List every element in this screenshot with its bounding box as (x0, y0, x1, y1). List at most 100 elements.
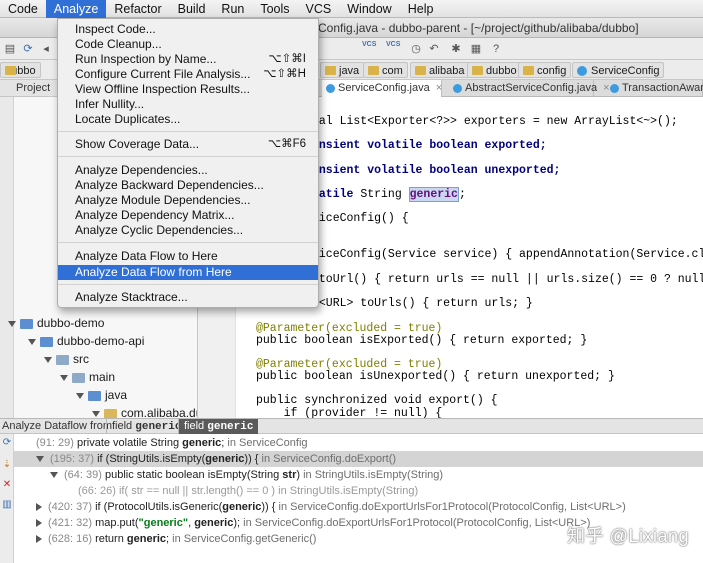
expand-arrow-icon[interactable] (44, 356, 52, 363)
code-line: public boolean isUnexported() { return u… (256, 370, 615, 383)
code-line: public boolean isExported() { return exp… (256, 334, 588, 347)
breadcrumb-dubbo[interactable]: dubbo (467, 62, 522, 78)
close-icon[interactable]: ✕ (2, 480, 12, 490)
menu-item-dependency-matrix[interactable]: Analyze Dependency Matrix... (58, 208, 318, 223)
collapse-arrow-icon[interactable] (50, 472, 58, 479)
menu-code[interactable]: Code (0, 0, 46, 18)
breadcrumb-serviceconfig[interactable]: ServiceConfig (572, 62, 665, 78)
menu-bar: Code Analyze Refactor Build Run Tools VC… (0, 0, 703, 18)
code-line: public synchronized void export() { (256, 394, 498, 407)
menu-item-run-inspection[interactable]: Run Inspection by Name... ⌥⇧⌘I (58, 52, 318, 67)
back-icon[interactable]: ◂ (38, 41, 54, 57)
menu-separator (58, 131, 318, 132)
tree-item-dubbo-demo-api[interactable]: dubbo-demo-api (28, 332, 144, 350)
sync-icon[interactable]: ⟳ (20, 41, 36, 57)
watermark: 知乎 @Lixiang (567, 526, 689, 546)
breadcrumb-root[interactable]: dubbo (0, 62, 41, 78)
analyze-menu: Inspect Code... Code Cleanup... Run Insp… (57, 18, 319, 308)
tree-item-main[interactable]: main (60, 368, 115, 386)
expand-arrow-icon[interactable] (92, 410, 100, 417)
expand-arrow-icon[interactable] (36, 503, 42, 512)
menu-item-data-flow-to-here[interactable]: Analyze Data Flow to Here (58, 249, 318, 264)
tab-serviceconfig[interactable]: ServiceConfig.java × (322, 80, 442, 97)
help-icon[interactable]: ? (488, 41, 504, 57)
menu-window[interactable]: Window (339, 0, 399, 18)
dataflow-tab-1[interactable]: field generic (106, 419, 186, 434)
menu-item-analyze-stacktrace[interactable]: Analyze Stacktrace... (58, 290, 318, 305)
dataflow-row[interactable]: (66: 26) if( str == null || str.length()… (14, 483, 703, 499)
close-tab-icon[interactable]: × (436, 82, 442, 94)
breadcrumb-java[interactable]: java (320, 62, 365, 78)
code-line: toUrl() { return urls == null || urls.si… (318, 273, 703, 286)
vcs-commit-icon[interactable]: VCS (386, 41, 400, 48)
expand-arrow-icon[interactable] (8, 320, 16, 327)
settings-icon[interactable]: ✱ (448, 41, 464, 57)
expand-arrow-icon[interactable] (36, 519, 42, 528)
menu-item-configure-analysis[interactable]: Configure Current File Analysis... ⌥⇧⌘H (58, 67, 318, 82)
menu-item-analyze-dependencies[interactable]: Analyze Dependencies... (58, 163, 318, 178)
revert-icon[interactable]: ↶ (426, 41, 442, 57)
folder-icon (72, 372, 85, 383)
dataflow-row-selected[interactable]: (195: 37) if (StringUtils.isEmpty(generi… (14, 451, 703, 467)
menu-item-show-coverage[interactable]: Show Coverage Data... ⌥⌘F6 (58, 137, 318, 152)
source-folder-icon (88, 390, 101, 401)
menu-help[interactable]: Help (400, 0, 442, 18)
breadcrumb-alibaba[interactable]: alibaba (410, 62, 470, 78)
tree-item-dubbo-demo[interactable]: dubbo-demo (8, 314, 104, 332)
menu-run[interactable]: Run (213, 0, 252, 18)
code-line: viceConfig() { (312, 212, 409, 225)
breadcrumb-com[interactable]: com (363, 62, 408, 78)
expand-arrow-icon[interactable] (60, 374, 68, 381)
collapse-arrow-icon[interactable] (36, 456, 44, 463)
menu-item-backward-dependencies[interactable]: Analyze Backward Dependencies... (58, 178, 318, 193)
code-line: ansient volatile boolean exported; (312, 139, 547, 152)
code-line: if (provider != null) { (256, 407, 443, 418)
export-icon[interactable]: ⇣ (2, 460, 12, 470)
menu-item-inspect-code[interactable]: Inspect Code... (58, 22, 318, 37)
code-line: t<URL> toUrls() { return urls; } (312, 297, 533, 310)
dataflow-panel-header: Analyze Dataflow from: field generic fie… (0, 418, 703, 434)
menu-item-code-cleanup[interactable]: Code Cleanup... (58, 37, 318, 52)
vcs-update-icon[interactable]: VCS (362, 41, 376, 48)
tree-item-src[interactable]: src (44, 350, 89, 368)
dataflow-row[interactable]: (420: 37) if (ProtocolUtils.isGeneric(ge… (14, 499, 703, 515)
menu-build[interactable]: Build (170, 0, 214, 18)
code-line: viceConfig(Service service) { appendAnno… (312, 248, 703, 261)
menu-item-locate-duplicates[interactable]: Locate Duplicates... (58, 112, 318, 127)
tab-transactionawar[interactable]: TransactionAwar (606, 80, 703, 97)
tree-item-package[interactable]: com.alibaba.du (92, 404, 197, 418)
tree-item-java[interactable]: java (76, 386, 127, 404)
rerun-icon[interactable]: ⟳ (2, 438, 12, 448)
open-folder-icon[interactable]: ▤ (2, 41, 18, 57)
tab-abstractserviceconfig[interactable]: AbstractServiceConfig.java × (449, 80, 610, 97)
dataflow-toolbar: ⟳ ⇣ ✕ ▥ (0, 434, 14, 563)
menu-separator (58, 284, 318, 285)
menu-tools[interactable]: Tools (252, 0, 297, 18)
package-icon (104, 408, 117, 418)
code-line: ansient volatile boolean unexported; (312, 164, 561, 177)
expand-arrow-icon[interactable] (76, 392, 84, 399)
module-folder-icon (20, 318, 33, 329)
window-title: Config.java - dubbo-parent - [~/project/… (318, 21, 639, 35)
expand-arrow-icon[interactable] (28, 338, 36, 345)
menu-separator (58, 156, 318, 157)
menu-item-offline-inspection[interactable]: View Offline Inspection Results... (58, 82, 318, 97)
menu-item-module-dependencies[interactable]: Analyze Module Dependencies... (58, 193, 318, 208)
breadcrumb-config[interactable]: config (518, 62, 572, 78)
tool-window-strip (0, 97, 14, 418)
group-icon[interactable]: ▥ (2, 500, 12, 510)
expand-arrow-icon[interactable] (36, 535, 42, 544)
menu-item-infer-nullity[interactable]: Infer Nullity... (58, 97, 318, 112)
history-icon[interactable]: ◷ (408, 41, 424, 57)
menu-item-cyclic-dependencies[interactable]: Analyze Cyclic Dependencies... (58, 223, 318, 238)
menu-item-data-flow-from-here[interactable]: Analyze Data Flow from Here (58, 265, 318, 280)
menu-vcs[interactable]: VCS (298, 0, 340, 18)
dataflow-tab-2[interactable]: field generic (178, 419, 259, 434)
module-folder-icon (40, 336, 53, 347)
menu-separator (58, 242, 318, 243)
structure-icon[interactable]: ▦ (468, 41, 484, 57)
dataflow-row[interactable]: (91: 29) private volatile String generic… (14, 435, 703, 451)
dataflow-row[interactable]: (64: 39) public static boolean isEmpty(S… (14, 467, 703, 483)
menu-analyze[interactable]: Analyze (45, 0, 107, 18)
menu-refactor[interactable]: Refactor (106, 0, 169, 18)
